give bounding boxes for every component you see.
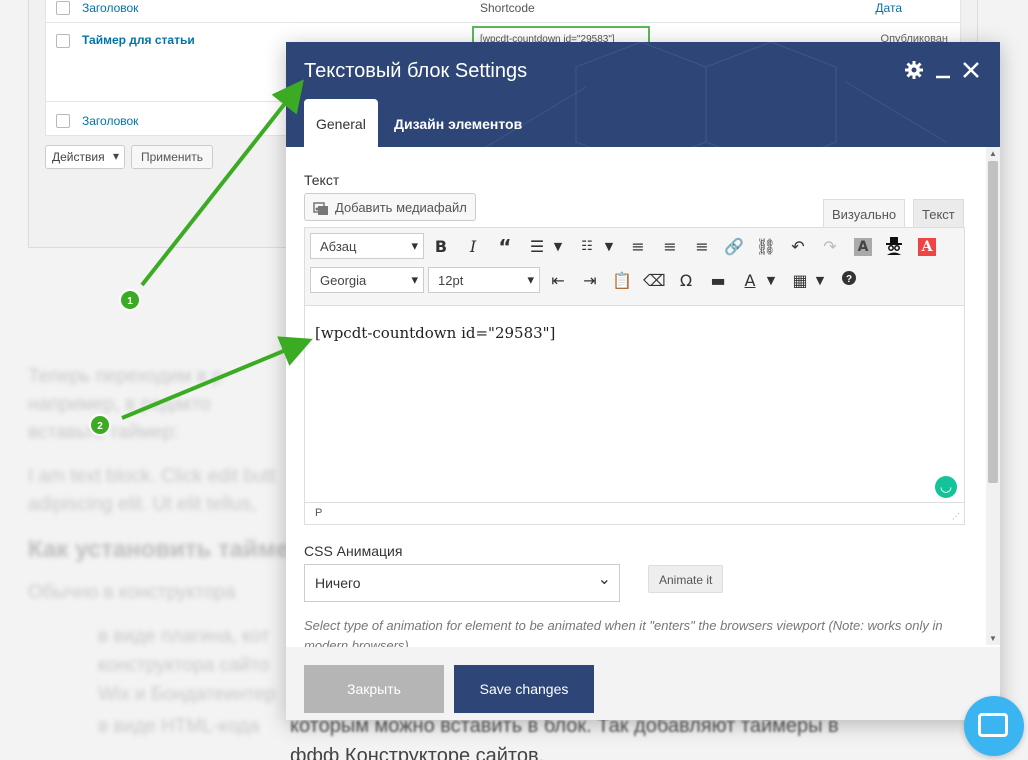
css-animation-label: CSS Анимация xyxy=(304,543,403,559)
article-bullet: Wix и Бондатеинтер xyxy=(98,684,276,705)
dialog-header: Текстовый блок Settings General Дизайн э… xyxy=(286,42,1000,147)
close-icon[interactable] xyxy=(962,61,980,82)
dialog-controls xyxy=(904,60,980,83)
unlink-icon[interactable]: ⛓ xyxy=(755,236,777,258)
title-column-header[interactable]: Заголовок xyxy=(82,1,138,15)
article-line: например, в редакто xyxy=(28,394,211,415)
add-media-label: Добавить медиафайл xyxy=(335,200,467,215)
toolbar-row-2: Georgia 12pt ⇤ ⇥ 📋 ⌫ Ω ▬ A ▼ ▦ ▼ ? xyxy=(305,262,964,296)
tab-text[interactable]: Текст xyxy=(913,199,964,227)
tab-design[interactable]: Дизайн элементов xyxy=(382,99,534,147)
table-icon[interactable]: ▦ xyxy=(789,270,811,292)
table-dropdown-icon[interactable]: ▼ xyxy=(814,270,826,292)
close-button[interactable]: Закрыть xyxy=(304,665,444,713)
annotation-badge-2: 2 xyxy=(89,414,111,436)
minimize-icon[interactable] xyxy=(934,60,952,83)
format-select[interactable]: Абзац xyxy=(310,233,424,259)
text-color-dropdown-icon[interactable]: ▼ xyxy=(765,270,777,292)
article-line: adipiscing elit. Ut elit tellus, xyxy=(28,494,257,515)
spy-icon[interactable] xyxy=(883,236,905,258)
toolbar-row-1: Абзац B I “ ☰ ▼ ☷ ▼ ≡ ≡ ≡ 🔗 ⛓ ↶ ↷ A xyxy=(305,228,964,262)
numbered-list-icon[interactable]: ☷ xyxy=(576,236,598,258)
gear-icon[interactable] xyxy=(904,60,924,83)
add-media-button[interactable]: Добавить медиафайл xyxy=(304,193,476,221)
select-all-checkbox[interactable] xyxy=(56,1,70,15)
align-center-icon[interactable]: ≡ xyxy=(659,236,681,258)
text-color-icon[interactable]: A xyxy=(739,270,761,292)
css-animation-select[interactable]: Ничего xyxy=(304,564,620,602)
annotation-badge-1: 1 xyxy=(119,289,141,311)
link-icon[interactable]: 🔗 xyxy=(723,236,745,258)
dialog-footer: Закрыть Save changes xyxy=(286,647,1000,720)
title-column-footer[interactable]: Заголовок xyxy=(82,114,138,128)
special-character-icon[interactable]: Ω xyxy=(675,270,697,292)
save-changes-button[interactable]: Save changes xyxy=(454,665,594,713)
editor-toolbar: Абзац B I “ ☰ ▼ ☷ ▼ ≡ ≡ ≡ 🔗 ⛓ ↶ ↷ A xyxy=(305,228,964,306)
article-bullet: в виде плагина, кот xyxy=(98,626,270,647)
help-icon[interactable]: ? xyxy=(838,270,860,292)
article-bullet: конструктора сайто xyxy=(98,655,270,676)
editor-content-area[interactable]: [wpcdt-countdown id="29583"] ◡ xyxy=(305,306,964,504)
table-header: Заголовок Shortcode Дата xyxy=(46,0,960,22)
align-right-icon[interactable]: ≡ xyxy=(691,236,713,258)
scroll-down-icon[interactable]: ▼ xyxy=(986,634,1000,643)
settings-dialog: Текстовый блок Settings General Дизайн э… xyxy=(286,42,1000,720)
article-line: Теперь переходим в р xyxy=(28,366,223,387)
blockquote-icon[interactable]: “ xyxy=(494,236,516,258)
bullet-list-dropdown-icon[interactable]: ▼ xyxy=(552,236,564,258)
scrollbar-thumb[interactable] xyxy=(988,161,998,483)
grammarly-icon[interactable]: ◡ xyxy=(935,476,957,498)
outdent-icon[interactable]: ⇤ xyxy=(547,270,569,292)
font-family-select[interactable]: Georgia xyxy=(310,267,424,293)
article-line: Обычно в конструктора xyxy=(28,582,236,603)
horizontal-line-icon[interactable]: ▬ xyxy=(707,270,729,292)
bulk-action-select[interactable]: Действия xyxy=(45,145,125,169)
date-column-header[interactable]: Дата xyxy=(875,1,902,15)
rich-text-editor: Абзац B I “ ☰ ▼ ☷ ▼ ≡ ≡ ≡ 🔗 ⛓ ↶ ↷ A xyxy=(304,227,965,525)
apply-button[interactable]: Применить xyxy=(131,145,214,169)
article-heading: Как установить тайме xyxy=(28,536,289,563)
media-icon xyxy=(313,200,329,220)
dialog-title: Текстовый блок Settings xyxy=(304,60,528,82)
bulk-actions: Действия Применить xyxy=(45,145,214,169)
clear-formatting-icon[interactable]: ⌫ xyxy=(643,270,666,292)
align-left-icon[interactable]: ≡ xyxy=(627,236,649,258)
dialog-scrollbar[interactable]: ▲ ▼ xyxy=(986,147,1000,645)
article-bullet: в виде HTML-кода xyxy=(98,716,260,737)
pdf-icon[interactable]: A xyxy=(918,238,936,256)
tab-general[interactable]: General xyxy=(304,99,378,147)
paste-text-icon[interactable]: 📋 xyxy=(611,270,633,292)
italic-icon[interactable]: I xyxy=(462,236,484,258)
bold-icon[interactable]: B xyxy=(430,236,452,258)
animate-it-button[interactable]: Animate it xyxy=(648,565,724,593)
row-checkbox[interactable] xyxy=(56,34,70,48)
text-label: Текст xyxy=(304,172,340,188)
tab-visual[interactable]: Визуально xyxy=(823,199,906,227)
svg-text:?: ? xyxy=(846,274,852,285)
article-line: I am text block. Click edit butt xyxy=(28,466,276,487)
editor-content[interactable]: [wpcdt-countdown id="29583"] xyxy=(315,324,555,342)
shortcode-column-header: Shortcode xyxy=(480,1,535,15)
indent-icon[interactable]: ⇥ xyxy=(579,270,601,292)
redo-icon[interactable]: ↷ xyxy=(819,236,841,258)
editor-status-path: P xyxy=(305,502,964,524)
article-line: ффф Конструкторе сайтов. xyxy=(290,745,545,760)
text-background-icon[interactable]: A xyxy=(854,238,872,256)
scroll-up-icon[interactable]: ▲ xyxy=(986,149,1000,158)
chat-widget-icon[interactable] xyxy=(964,696,1024,756)
css-animation-help: Select type of animation for element to … xyxy=(304,618,943,647)
numbered-list-dropdown-icon[interactable]: ▼ xyxy=(603,236,615,258)
undo-icon[interactable]: ↶ xyxy=(787,236,809,258)
resize-handle-icon[interactable]: ⋰ xyxy=(952,512,962,522)
select-all-checkbox-footer[interactable] xyxy=(56,114,70,128)
post-title-link[interactable]: Таймер для статьи xyxy=(82,33,195,47)
bullet-list-icon[interactable]: ☰ xyxy=(526,236,548,258)
dialog-body: Текст Добавить медиафайл Визуально Текст… xyxy=(286,147,986,647)
font-size-select[interactable]: 12pt xyxy=(428,267,540,293)
